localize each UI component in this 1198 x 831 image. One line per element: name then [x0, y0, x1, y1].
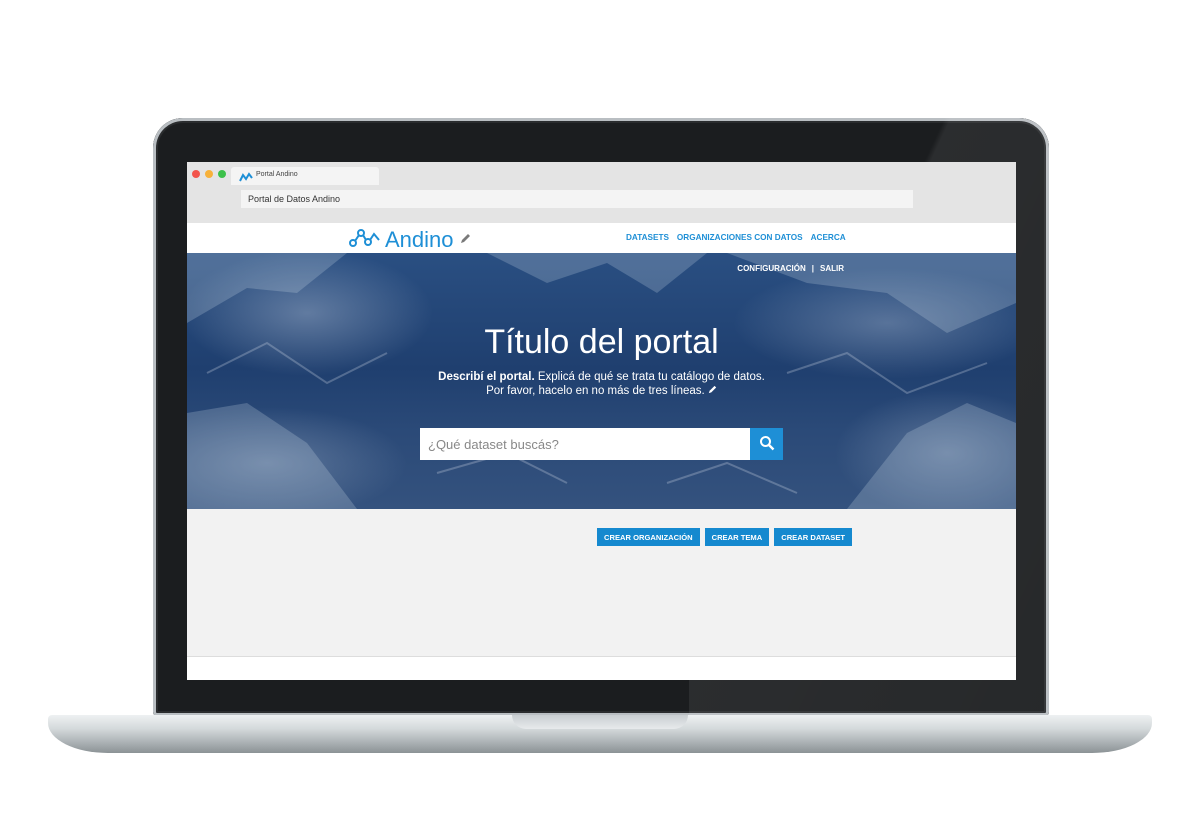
main-nav: DATASETS ORGANIZACIONES CON DATOS ACERCA: [626, 233, 846, 242]
search-input[interactable]: [420, 428, 750, 460]
pencil-icon[interactable]: [460, 231, 471, 249]
nav-organizaciones[interactable]: ORGANIZACIONES CON DATOS: [677, 233, 803, 242]
address-bar[interactable]: Portal de Datos Andino: [241, 190, 913, 208]
portal-description: Describí el portal. Explicá de qué se tr…: [187, 370, 1016, 398]
admin-actions: CREAR ORGANIZACIÓN CREAR TEMA CREAR DATA…: [597, 528, 853, 546]
create-theme-button[interactable]: CREAR TEMA: [704, 528, 770, 546]
browser-chrome: Portal Andino Portal de Datos Andino: [187, 162, 1016, 223]
laptop-screen: Portal Andino Portal de Datos Andino And…: [187, 162, 1016, 680]
nav-acerca[interactable]: ACERCA: [811, 233, 846, 242]
hero-banner: CONFIGURACIÓN | SALIR Título del portal …: [187, 253, 1016, 509]
create-organization-button[interactable]: CREAR ORGANIZACIÓN: [597, 528, 700, 546]
pencil-icon[interactable]: [708, 385, 717, 397]
description-bold: Describí el portal.: [438, 371, 535, 383]
logout-link[interactable]: SALIR: [820, 264, 844, 273]
search-button[interactable]: [750, 428, 783, 460]
admin-links: CONFIGURACIÓN | SALIR: [737, 264, 844, 273]
create-dataset-button[interactable]: CREAR DATASET: [774, 528, 853, 546]
minimize-window-button[interactable]: [205, 170, 213, 178]
andino-favicon-icon: [239, 170, 253, 188]
maximize-window-button[interactable]: [218, 170, 226, 178]
close-window-button[interactable]: [192, 170, 200, 178]
laptop-notch: [512, 715, 688, 729]
portal-title: Título del portal: [484, 323, 719, 361]
address-text: Portal de Datos Andino: [248, 194, 341, 204]
andino-logo-icon: [349, 228, 381, 253]
tab-title: Portal Andino: [256, 171, 298, 178]
dataset-search: [420, 428, 783, 460]
nav-datasets[interactable]: DATASETS: [626, 233, 669, 242]
admin-separator: |: [811, 264, 814, 273]
description-text: Explicá de qué se trata tu catálogo de d…: [534, 371, 765, 383]
browser-tab[interactable]: Portal Andino: [231, 167, 379, 185]
site-logo[interactable]: Andino: [349, 227, 471, 253]
site-navbar: Andino DATASETS ORGANIZACIONES CON DATOS…: [187, 223, 1016, 253]
config-link[interactable]: CONFIGURACIÓN: [737, 264, 805, 273]
search-icon: [759, 435, 775, 454]
logo-text: Andino: [385, 227, 454, 252]
site-footer: [187, 657, 1016, 680]
description-line2: Por favor, hacelo en no más de tres líne…: [486, 385, 705, 397]
